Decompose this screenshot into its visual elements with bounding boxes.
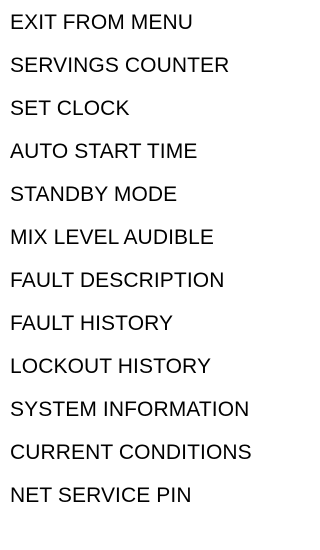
menu-item-auto-start-time[interactable]: AUTO START TIME (10, 136, 252, 179)
menu-item-fault-history[interactable]: FAULT HISTORY (10, 308, 252, 351)
menu-item-fault-description[interactable]: FAULT DESCRIPTION (10, 265, 252, 308)
menu-list: EXIT FROM MENU SERVINGS COUNTER SET CLOC… (10, 7, 252, 523)
menu-item-lockout-history[interactable]: LOCKOUT HISTORY (10, 351, 252, 394)
menu-item-mix-level-audible[interactable]: MIX LEVEL AUDIBLE (10, 222, 252, 265)
menu-item-system-information[interactable]: SYSTEM INFORMATION (10, 394, 252, 437)
menu-item-exit-from-menu[interactable]: EXIT FROM MENU (10, 7, 252, 50)
menu-item-standby-mode[interactable]: STANDBY MODE (10, 179, 252, 222)
menu-screen: EXIT FROM MENU SERVINGS COUNTER SET CLOC… (0, 0, 317, 550)
menu-item-current-conditions[interactable]: CURRENT CONDITIONS (10, 437, 252, 480)
menu-item-set-clock[interactable]: SET CLOCK (10, 93, 252, 136)
menu-item-servings-counter[interactable]: SERVINGS COUNTER (10, 50, 252, 93)
menu-item-net-service-pin[interactable]: NET SERVICE PIN (10, 480, 252, 523)
